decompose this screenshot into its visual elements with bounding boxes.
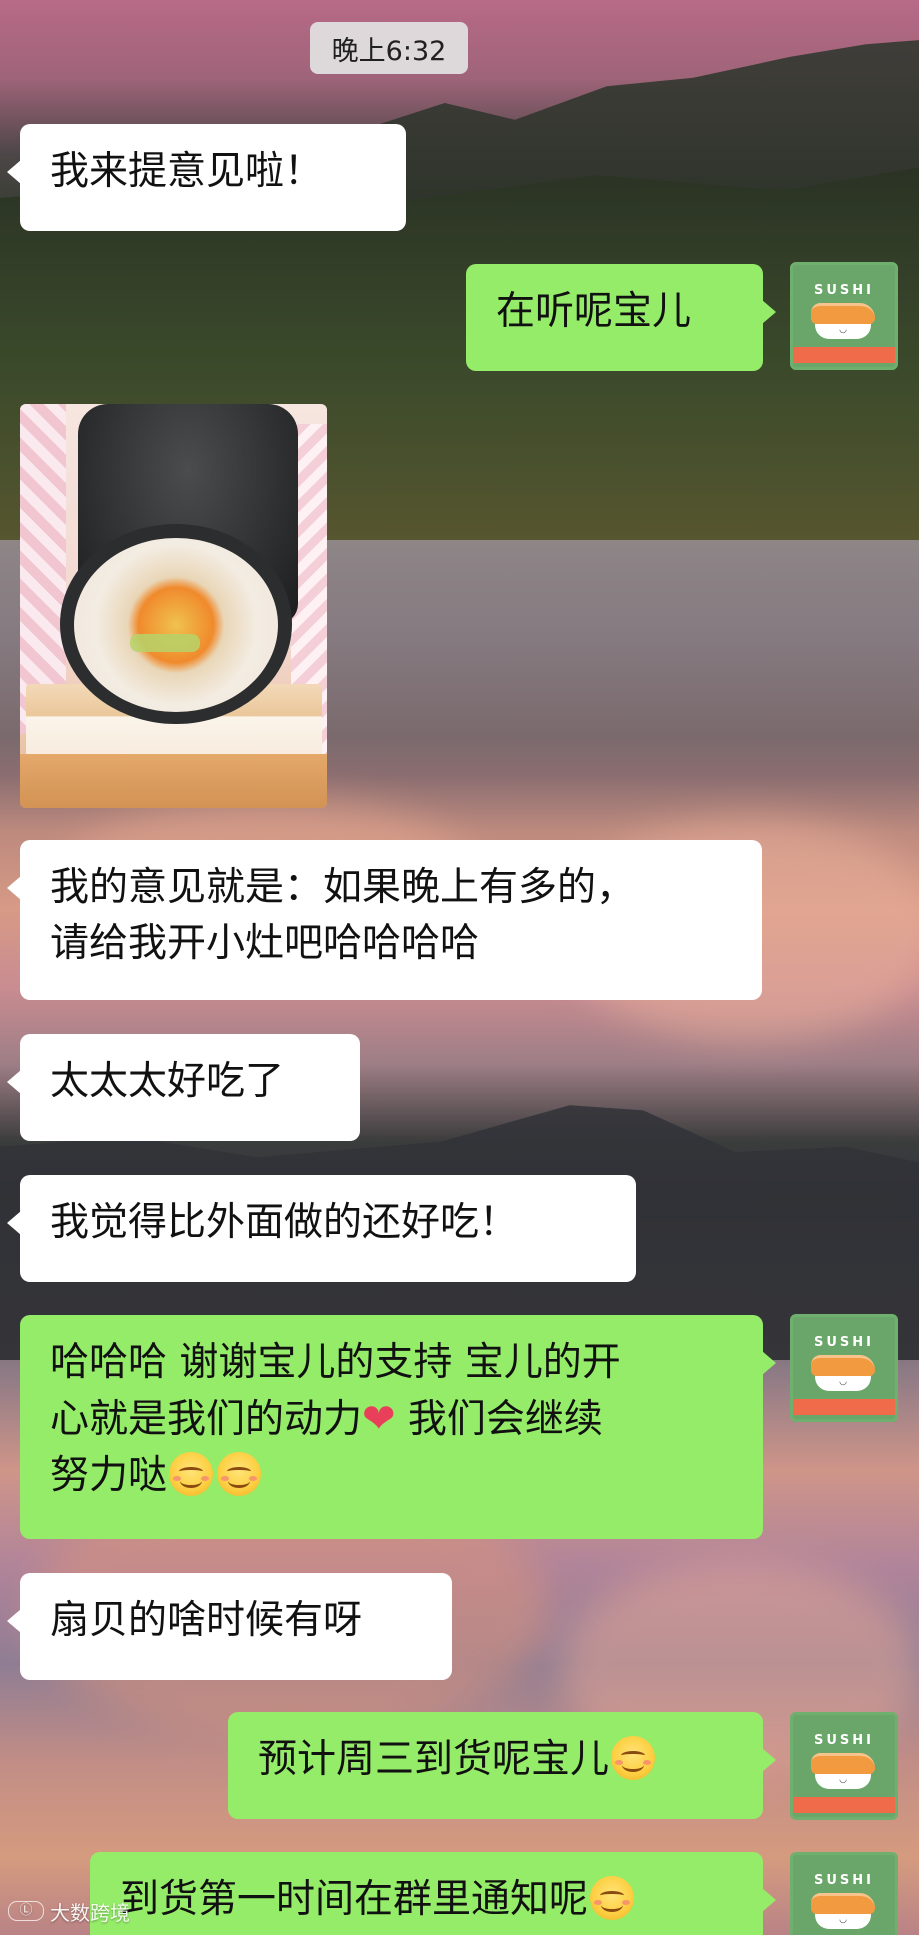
message-bubble-incoming[interactable]: 我的意见就是：如果晚上有多的， 请给我开小灶吧哈哈哈哈 [7, 840, 762, 1000]
wooden-table [20, 754, 327, 808]
watermark-text: 大数跨境 [50, 1900, 130, 1925]
sushi-face-icon: ◡ [839, 1915, 847, 1925]
watermark: Ⓛ 大数跨境 [8, 1896, 130, 1926]
smile-emoji-icon [217, 1452, 262, 1496]
avatar-brand-text: SUSHI [814, 283, 874, 298]
sushi-topping-icon [811, 303, 875, 324]
avatar-brand-text: SUSHI [814, 1873, 874, 1888]
message-text: 预计周三到货呢宝儿 [258, 1737, 610, 1782]
sushi-avatar-icon[interactable]: SUSHI ◡ [790, 1852, 898, 1935]
chat-screen: 晚上6:32 我来提意见啦！ 在听呢宝儿 SUSHI ◡ 我的意见就是：如果晚上… [0, 0, 919, 1935]
smile-emoji-icon [590, 1876, 635, 1920]
sushi-topping-icon [811, 1893, 875, 1914]
sushi-avatar-icon[interactable]: SUSHI ◡ [790, 1712, 898, 1820]
timestamp-label: 晚上6:32 [310, 22, 468, 74]
smile-emoji-icon [169, 1452, 214, 1496]
message-bubble-outgoing[interactable]: 在听呢宝儿 [466, 264, 776, 371]
avatar-banner [793, 347, 895, 363]
smile-emoji-icon [611, 1736, 656, 1780]
sushi-roll-photo[interactable] [20, 404, 327, 808]
avatar-brand-text: SUSHI [814, 1733, 874, 1748]
message-bubble-incoming[interactable]: 我觉得比外面做的还好吃！ [7, 1175, 636, 1282]
watermark-logo-icon: Ⓛ [8, 1901, 44, 1921]
sushi-avatar-icon[interactable]: SUSHI ◡ [790, 262, 898, 370]
message-bubble-outgoing[interactable]: 到货第一时间在群里通知呢 [90, 1852, 776, 1935]
message-bubble-incoming[interactable]: 扇贝的啥时候有呀 [7, 1573, 452, 1680]
message-bubble-outgoing[interactable]: 哈哈哈 谢谢宝儿的支持 宝儿的开 心就是我们的动力❤ 我们会继续 努力哒 [20, 1315, 776, 1539]
message-text: 到货第一时间在群里通知呢 [120, 1877, 589, 1922]
avatar-banner [793, 1797, 895, 1813]
sushi-face-icon: ◡ [839, 1377, 847, 1387]
message-bubble-incoming[interactable]: 我来提意见啦！ [7, 124, 406, 231]
sushi-topping-icon [811, 1753, 875, 1774]
avatar-banner [793, 1399, 895, 1415]
message-bubble-incoming[interactable]: 太太太好吃了 [7, 1034, 360, 1141]
sushi-avatar-icon[interactable]: SUSHI ◡ [790, 1314, 898, 1422]
sushi-face-icon: ◡ [839, 325, 847, 335]
sushi-filling [130, 634, 200, 652]
sushi-roll-cross-section [74, 538, 278, 712]
message-bubble-outgoing[interactable]: 预计周三到货呢宝儿 [228, 1712, 776, 1819]
sushi-topping-icon [811, 1355, 875, 1376]
sushi-face-icon: ◡ [839, 1775, 847, 1785]
heart-icon: ❤ [362, 1396, 396, 1442]
avatar-brand-text: SUSHI [814, 1335, 874, 1350]
